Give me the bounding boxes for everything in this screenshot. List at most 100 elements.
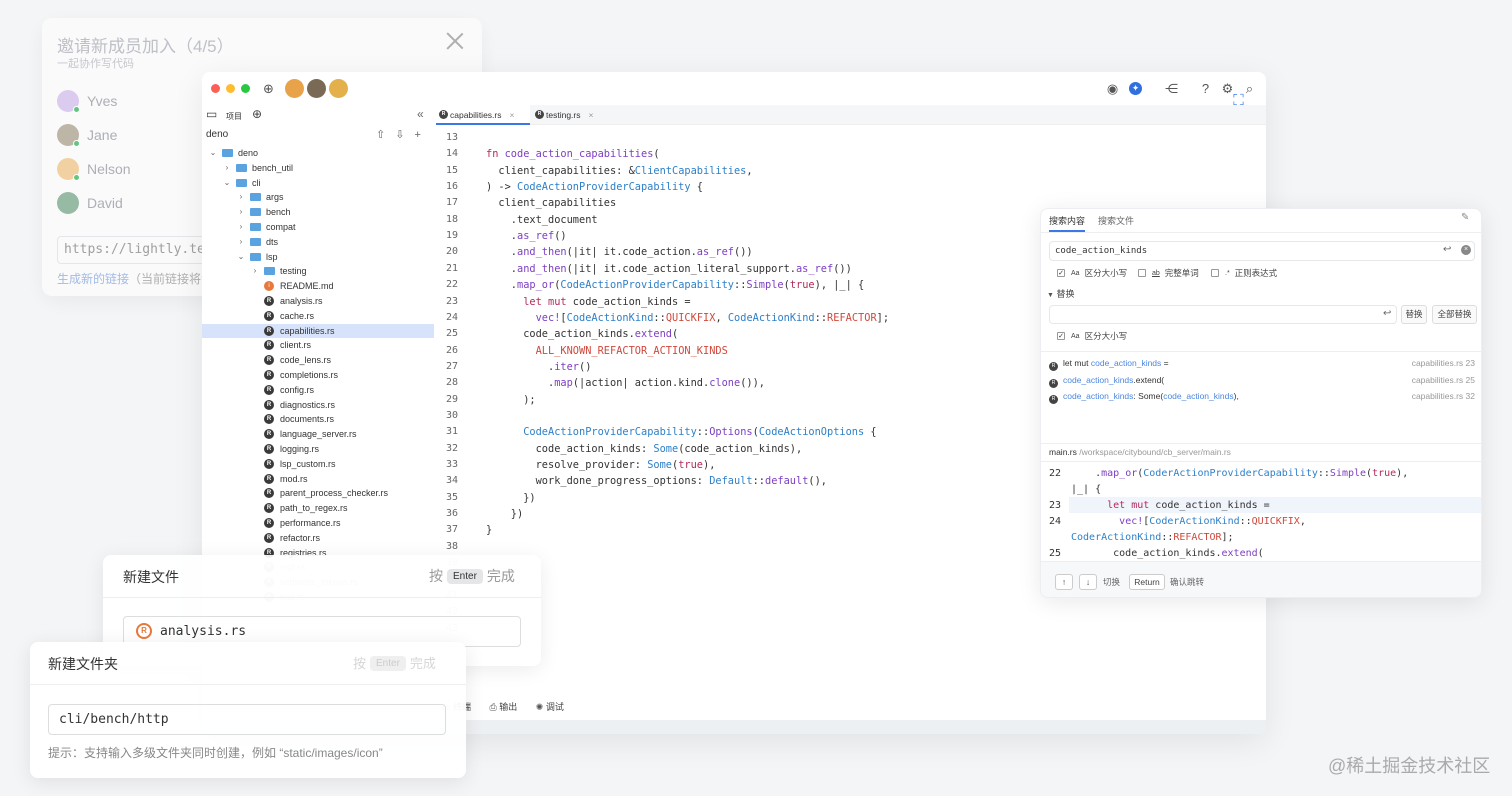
chevron-right-icon[interactable]: ›	[236, 205, 246, 220]
folder-icon	[236, 178, 247, 187]
replace-button[interactable]: 替换	[1401, 305, 1427, 324]
chevron-right-icon[interactable]: ›	[222, 161, 232, 176]
search-input[interactable]: code_action_kinds	[1049, 241, 1475, 261]
tree-item[interactable]: Rlogging.rs	[202, 442, 434, 457]
search-result[interactable]: Rcode_action_kinds: Some(code_action_kin…	[1049, 391, 1475, 404]
tree-item[interactable]: Rlsp_custom.rs	[202, 457, 434, 472]
new-folder-input[interactable]: cli/bench/http	[48, 704, 446, 735]
history-icon[interactable]: ↩	[1383, 308, 1391, 319]
chevron-down-icon[interactable]: ⌄	[236, 250, 246, 265]
add-file-icon[interactable]: +	[414, 129, 430, 141]
tree-item[interactable]: i README.md	[202, 279, 434, 294]
close-icon[interactable]: ×	[510, 110, 515, 120]
tree-item[interactable]: Rdiagnostics.rs	[202, 398, 434, 413]
tab-project[interactable]: 项目	[226, 111, 242, 122]
option-whole-word[interactable]: ab 完整单词	[1138, 267, 1199, 279]
tree-item[interactable]: ⌄ deno	[202, 146, 434, 161]
close-icon[interactable]	[446, 32, 464, 50]
checkbox-icon[interactable]	[1211, 269, 1219, 277]
tree-item[interactable]: Rcache.rs	[202, 309, 434, 324]
invite-subtitle: 一起协作写代码	[57, 58, 134, 70]
tree-item[interactable]: › args	[202, 190, 434, 205]
rust-file-icon: R	[1049, 378, 1058, 388]
chevron-down-icon[interactable]: ▼	[1047, 292, 1054, 299]
code-line: code_action_kinds.extend(	[486, 328, 679, 341]
collapse-icon[interactable]: «	[417, 107, 424, 121]
output-tab[interactable]: 输出	[499, 702, 517, 712]
tree-item[interactable]: Rmod.rs	[202, 472, 434, 487]
upload-icon[interactable]: ⇧	[376, 129, 395, 141]
replace-all-button[interactable]: 全部替换	[1432, 305, 1477, 324]
generate-link-label[interactable]: 生成新的链接	[57, 272, 129, 286]
tree-item-label: diagnostics.rs	[280, 399, 336, 410]
compass-icon[interactable]: ✦	[1129, 82, 1142, 95]
chevron-right-icon[interactable]: ›	[236, 190, 246, 205]
editor-tab[interactable]: Rcapabilities.rs ×	[436, 105, 530, 125]
tree-item[interactable]: ⌄ lsp	[202, 250, 434, 265]
chevron-down-icon[interactable]: ⌄	[208, 146, 218, 161]
replace-option-case[interactable]: ✓ Aa 区分大小写	[1057, 330, 1127, 342]
tree-item[interactable]: Rcode_lens.rs	[202, 353, 434, 368]
search-result[interactable]: Rlet mut code_action_kinds = capabilities…	[1049, 358, 1475, 371]
tree-item[interactable]: Rcompletions.rs	[202, 368, 434, 383]
tree-item[interactable]: Rconfig.rs	[202, 383, 434, 398]
avatar[interactable]	[329, 79, 348, 98]
arrow-down-icon[interactable]: ↓	[1079, 574, 1097, 590]
close-window-icon[interactable]	[211, 84, 220, 93]
tree-item[interactable]: › bench_util	[202, 161, 434, 176]
tree-item[interactable]: › bench	[202, 205, 434, 220]
chevron-right-icon[interactable]: ›	[236, 235, 246, 250]
tree-item[interactable]: Rpath_to_regex.rs	[202, 501, 434, 516]
chevron-right-icon[interactable]: ›	[236, 220, 246, 235]
share-icon[interactable]: ⋲	[1163, 80, 1180, 97]
arrow-up-icon[interactable]: ↑	[1055, 574, 1073, 590]
replace-toggle[interactable]: ▼ 替换	[1047, 287, 1074, 300]
tree-item[interactable]: › dts	[202, 235, 434, 250]
search-result[interactable]: Rcode_action_kinds.extend(capabilities.r…	[1049, 375, 1475, 388]
maximize-window-icon[interactable]	[241, 84, 250, 93]
option-regex[interactable]: .* 正则表达式	[1211, 267, 1277, 279]
tree-item[interactable]: ⌄ cli	[202, 176, 434, 191]
info-file-icon: i	[264, 281, 274, 292]
checkbox-checked-icon[interactable]: ✓	[1057, 332, 1065, 340]
line-number: 17	[445, 197, 458, 209]
replace-input[interactable]	[1049, 305, 1397, 324]
tree-item[interactable]: › compat	[202, 220, 434, 235]
tab-search-files[interactable]: 搜索文件	[1098, 214, 1134, 227]
minimize-window-icon[interactable]	[226, 84, 235, 93]
globe-icon[interactable]: ⊕	[252, 107, 262, 121]
tab-search-content[interactable]: 搜索内容	[1049, 214, 1086, 232]
avatar[interactable]	[285, 79, 304, 98]
history-icon[interactable]: ↩	[1443, 244, 1451, 255]
tree-item-label: parent_process_checker.rs	[280, 488, 389, 499]
option-case-sensitive[interactable]: ✓ Aa 区分大小写	[1057, 267, 1127, 279]
pin-icon[interactable]: ✎	[1461, 212, 1469, 223]
tree-item[interactable]: Rcapabilities.rs	[202, 323, 434, 339]
help-icon[interactable]: ?	[1197, 80, 1214, 97]
line-number: 35	[445, 491, 458, 503]
folder-icon	[264, 267, 275, 276]
tree-item[interactable]: Rrefactor.rs	[202, 531, 434, 546]
tree-item[interactable]: Rperformance.rs	[202, 516, 434, 531]
avatar[interactable]	[307, 79, 326, 98]
tree-item[interactable]: Rdocuments.rs	[202, 412, 434, 427]
download-icon[interactable]: ⇩	[395, 129, 414, 141]
checkbox-icon[interactable]	[1138, 269, 1146, 277]
printer-icon[interactable]: ⎙	[490, 702, 500, 712]
chevron-right-icon[interactable]: ›	[250, 264, 260, 279]
eye-icon[interactable]: ◉	[1104, 80, 1121, 97]
add-member-icon[interactable]: ⊕	[260, 80, 277, 97]
debug-tab[interactable]: 调试	[546, 702, 564, 712]
tree-item[interactable]: › testing	[202, 264, 434, 279]
checkbox-checked-icon[interactable]: ✓	[1057, 269, 1065, 277]
editor-tab[interactable]: Rtesting.rs ×	[532, 105, 608, 125]
chevron-down-icon[interactable]: ⌄	[222, 176, 232, 191]
tree-item[interactable]: Rclient.rs	[202, 338, 434, 353]
tree-item[interactable]: Rparent_process_checker.rs	[202, 486, 434, 501]
tree-item[interactable]: Ranalysis.rs	[202, 294, 434, 309]
tree-item[interactable]: Rlanguage_server.rs	[202, 427, 434, 442]
bug-icon[interactable]: ✺	[536, 702, 546, 712]
clear-icon[interactable]: ×	[1461, 245, 1471, 255]
folder-icon[interactable]: ▭	[206, 107, 217, 121]
close-icon[interactable]: ×	[589, 110, 594, 120]
